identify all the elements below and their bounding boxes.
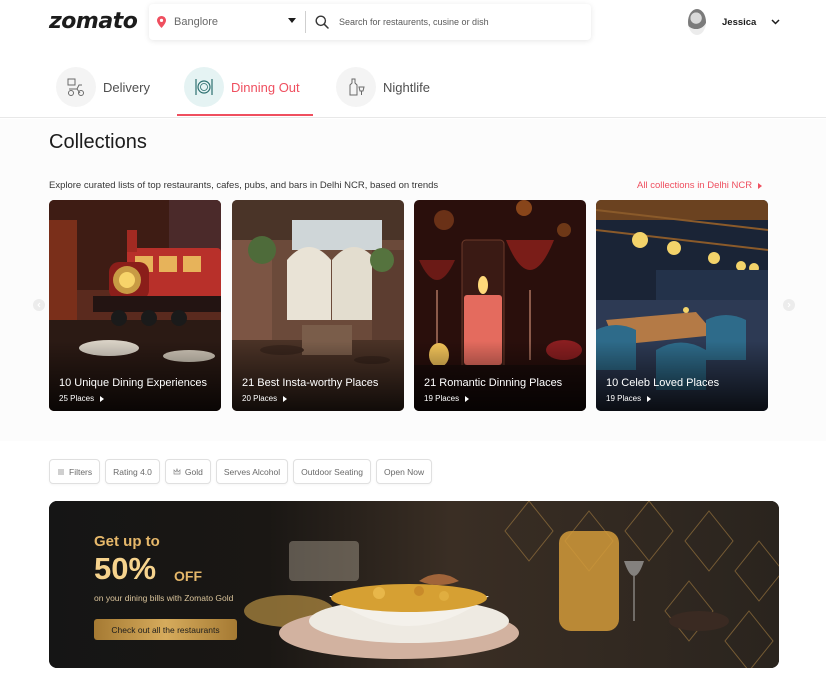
banner-discount: 50% (94, 551, 157, 586)
chip-label: Gold (184, 466, 203, 477)
collections-title: Collections (49, 131, 147, 153)
chevron-right-icon (787, 302, 791, 308)
all-collections-label: All collections in Delhi NCR (637, 180, 753, 191)
search-input[interactable] (339, 17, 579, 27)
location-selector[interactable]: Banglore (149, 4, 305, 40)
places-count: 20 Places (242, 394, 278, 403)
zomato-logo[interactable]: zomato (49, 9, 138, 34)
tab-nightlife[interactable]: Nightlife (336, 62, 430, 112)
tab-label: Delivery (103, 79, 150, 95)
places-count: 19 Places (424, 394, 460, 403)
places-count: 25 Places (59, 394, 95, 403)
all-collections-link[interactable]: All collections in Delhi NCR (637, 180, 763, 191)
banner-food-image (49, 501, 779, 668)
places-count: 19 Places (606, 394, 642, 403)
tab-label: Nightlife (383, 79, 430, 95)
banner-headline: Get up to (94, 533, 160, 550)
gold-chip[interactable]: Gold (164, 459, 211, 484)
dining-plate-icon (184, 67, 224, 107)
collection-card-title: 21 Best Insta-worthy Places (242, 377, 379, 389)
top-header: zomato Banglore Jessica (0, 0, 826, 46)
tab-label: Dinning Out (231, 79, 300, 95)
rating-chip[interactable]: Rating 4.0 (105, 459, 160, 484)
carousel-prev-button[interactable] (33, 299, 45, 311)
chevron-down-icon (771, 19, 780, 25)
caret-right-icon (758, 182, 763, 189)
caret-right-icon (283, 395, 288, 402)
serves-alcohol-chip[interactable]: Serves Alcohol (215, 459, 289, 484)
crown-icon (173, 467, 181, 474)
tab-delivery[interactable]: Delivery (56, 62, 150, 112)
collection-card[interactable]: 21 Best Insta-worthy Places 20 Places (232, 200, 404, 411)
location-dropdown-icon (288, 18, 296, 23)
category-tabs: Delivery Dinning Out Nightlife (0, 52, 826, 118)
search-divider (305, 11, 306, 33)
chevron-left-icon (37, 302, 41, 308)
collections-subtitle: Explore curated lists of top restaurants… (49, 180, 439, 191)
active-tab-indicator (177, 114, 313, 116)
nightlife-bottle-icon (336, 67, 376, 107)
check-out-restaurants-button[interactable]: Check out all the restaurants (94, 619, 237, 640)
collection-card-title: 10 Celeb Loved Places (606, 377, 720, 389)
location-pin-icon (157, 16, 166, 28)
user-menu[interactable]: Jessica (688, 9, 780, 35)
collection-card-title: 21 Romantic Dinning Places (424, 377, 563, 389)
gold-promo-banner: Get up to 50% OFF on your dining bills w… (49, 501, 779, 668)
chip-label: Open Now (384, 466, 425, 477)
user-name: Jessica (722, 16, 757, 28)
caret-right-icon (647, 395, 652, 402)
chip-label: Rating 4.0 (113, 466, 152, 477)
collection-card-places: 19 Places (424, 394, 470, 403)
collection-card-places: 20 Places (242, 394, 288, 403)
collection-card[interactable]: 10 Unique Dining Experiences 25 Places (49, 200, 221, 411)
banner-subtitle: on your dining bills with Zomato Gold (94, 593, 234, 603)
search-bar: Banglore (149, 4, 591, 40)
open-now-chip[interactable]: Open Now (376, 459, 433, 484)
caret-right-icon (100, 395, 105, 402)
chip-label: Serves Alcohol (223, 466, 281, 477)
caret-right-icon (465, 395, 470, 402)
collection-card-title: 10 Unique Dining Experiences (59, 377, 207, 389)
outdoor-seating-chip[interactable]: Outdoor Seating (293, 459, 371, 484)
collection-card-places: 19 Places (606, 394, 652, 403)
tab-dining-out[interactable]: Dinning Out (184, 62, 300, 112)
carousel-next-button[interactable] (783, 299, 795, 311)
collections-section: Collections Explore curated lists of top… (0, 119, 826, 441)
location-text: Banglore (174, 16, 219, 28)
filters-chip[interactable]: Filters (49, 459, 101, 484)
delivery-scooter-icon (56, 67, 96, 107)
filter-bar: Filters Rating 4.0 Gold Serves Alcohol O… (49, 459, 437, 484)
filter-icon (58, 469, 64, 474)
chip-label: Outdoor Seating (301, 466, 363, 477)
collection-card[interactable]: 10 Celeb Loved Places 19 Places (596, 200, 768, 411)
banner-off-label: OFF (174, 568, 202, 584)
collection-card-places: 25 Places (59, 394, 105, 403)
avatar (688, 9, 706, 35)
search-icon (315, 15, 329, 29)
collection-card[interactable]: 21 Romantic Dinning Places 19 Places (414, 200, 586, 411)
chip-label: Filters (69, 466, 93, 477)
